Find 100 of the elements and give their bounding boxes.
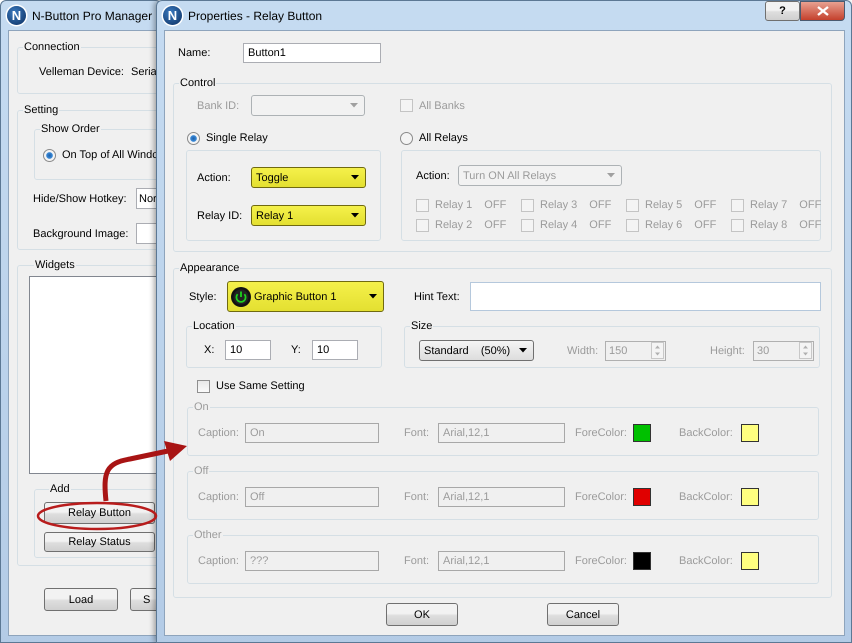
field-label: Velleman Device:	[39, 65, 125, 79]
field-label: BackColor:	[679, 554, 734, 568]
radio-label: Single Relay	[206, 131, 268, 145]
group-label: Widgets	[34, 259, 76, 272]
field-label: Action:	[416, 168, 451, 182]
group-label: Other	[193, 529, 223, 542]
relay-state: OFF	[484, 218, 506, 232]
field-label: Caption:	[198, 490, 240, 504]
dropdown[interactable]: Relay 1	[251, 205, 366, 226]
color-swatch[interactable]	[633, 552, 651, 570]
group-label: Appearance	[179, 262, 240, 275]
window-title: Properties - Relay Button	[188, 8, 322, 22]
input-field[interactable]: 10	[312, 340, 358, 360]
field-label: Height:	[710, 344, 746, 358]
relay-state: OFF	[694, 198, 716, 212]
relay-state: OFF	[589, 218, 612, 232]
close-icon	[816, 6, 828, 16]
group-label: Connection	[23, 41, 81, 54]
button[interactable]: Relay Status	[44, 532, 155, 552]
group-label: On	[193, 401, 210, 414]
color-swatch[interactable]	[741, 552, 759, 570]
caret-icon	[519, 348, 527, 353]
field-label: ForeColor:	[575, 426, 628, 440]
input-field[interactable]: Button1	[243, 43, 381, 63]
group-label: Location	[192, 320, 236, 333]
dropdown-value: Standard (50%)	[424, 344, 512, 356]
color-swatch[interactable]	[741, 424, 759, 442]
field-label: ForeColor:	[575, 490, 628, 504]
close-button[interactable]	[800, 1, 845, 21]
checkbox-label: Relay 3	[540, 198, 578, 212]
group-label: Show Order	[40, 123, 101, 136]
checkbox-label: Relay 1	[435, 198, 472, 212]
dropdown[interactable]: Standard (50%)	[419, 340, 534, 361]
dropdown-value: Turn ON All Relays	[463, 170, 558, 182]
field-label: X:	[204, 343, 216, 357]
caret-icon	[369, 294, 377, 299]
group-label: Size	[410, 320, 434, 333]
color-swatch[interactable]	[741, 488, 759, 506]
field-label: Caption:	[198, 554, 240, 568]
relay-state: OFF	[484, 198, 506, 212]
dropdown-value: Relay 1	[256, 210, 294, 222]
caret-icon	[607, 173, 615, 178]
group-label: Control	[179, 77, 216, 90]
radio-button[interactable]	[43, 148, 56, 162]
caret-icon	[350, 103, 358, 108]
field-label: Seria	[131, 65, 157, 79]
button[interactable]: Load	[44, 588, 118, 611]
power-icon	[231, 286, 251, 306]
field-label: Bank ID:	[197, 98, 240, 112]
radio-button[interactable]	[400, 132, 413, 144]
dropdown-value: Graphic Button 1	[254, 290, 338, 302]
field-label: Action:	[197, 170, 232, 184]
field-label: Relay ID:	[197, 208, 244, 222]
spinner-icon	[651, 342, 664, 359]
input-field[interactable]	[470, 282, 821, 311]
radio-button[interactable]	[187, 132, 200, 144]
field-value: 150	[609, 344, 628, 356]
relay-state: OFF	[799, 218, 822, 232]
relay-state: OFF	[799, 198, 822, 212]
checkbox[interactable]	[197, 380, 210, 392]
field-label: Font:	[404, 490, 430, 504]
field-label: Hide/Show Hotkey:	[33, 192, 128, 206]
group-label: Off	[193, 465, 210, 478]
relay-state: OFF	[589, 198, 612, 212]
checkbox-label: Relay 7	[750, 198, 788, 212]
button[interactable]: OK	[386, 603, 458, 626]
window-title: N-Button Pro Manager	[32, 8, 152, 22]
checkbox-label: Relay 8	[750, 218, 788, 232]
field-label: BackColor:	[679, 426, 734, 440]
caret-icon	[351, 175, 359, 180]
caret-icon	[351, 213, 359, 218]
app-logo: N	[7, 6, 26, 25]
relay-state: OFF	[694, 218, 716, 232]
radio-label: All Relays	[419, 131, 468, 145]
help-button[interactable]: ?	[765, 1, 800, 21]
checkbox-label: Relay 2	[435, 218, 472, 232]
checkbox-label: Use Same Setting	[216, 379, 305, 393]
field-label: BackColor:	[679, 490, 734, 504]
dropdown[interactable]: Toggle	[251, 167, 366, 188]
field-label: Y:	[291, 343, 302, 357]
color-swatch[interactable]	[633, 424, 651, 442]
input-field[interactable]: 10	[225, 340, 271, 360]
field-label: Name:	[178, 46, 212, 60]
color-swatch[interactable]	[633, 488, 651, 506]
spinner-icon	[799, 342, 812, 359]
field-label: Width:	[567, 344, 600, 358]
app-logo: N	[163, 6, 182, 25]
field-label: Style:	[189, 290, 218, 304]
field-label: Font:	[404, 554, 430, 568]
dropdown[interactable]: Graphic Button 1	[227, 281, 384, 312]
field-value: 30	[757, 344, 770, 356]
group-label: Setting	[23, 104, 60, 117]
field-label: Background Image:	[33, 226, 130, 240]
checkbox-label: Relay 5	[645, 198, 682, 212]
field-label: Font:	[404, 426, 430, 440]
checkbox-label: All Banks	[419, 98, 465, 112]
checkbox-label: Relay 6	[645, 218, 682, 232]
dropdown-value: Toggle	[256, 172, 290, 184]
button[interactable]: Cancel	[547, 603, 619, 626]
field-label: Caption:	[198, 426, 240, 440]
